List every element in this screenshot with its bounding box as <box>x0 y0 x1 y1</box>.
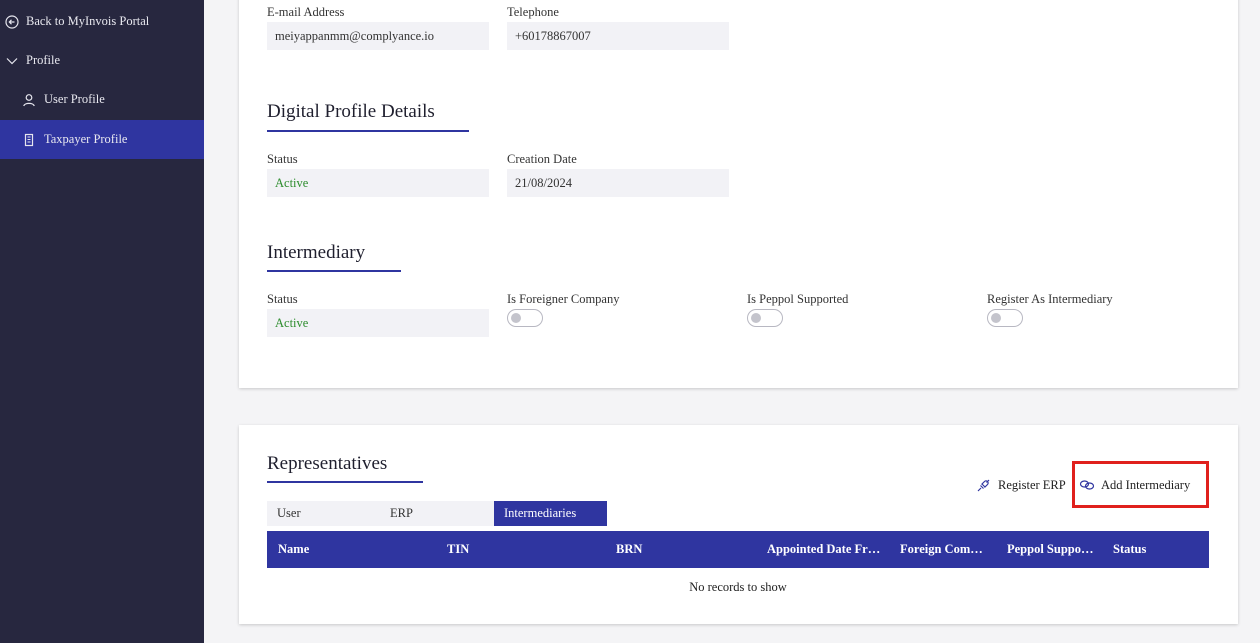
creation-date-label: Creation Date <box>507 152 577 166</box>
sidebar-item-label: Taxpayer Profile <box>44 132 128 146</box>
chevron-down-icon <box>4 53 20 69</box>
foreigner-company-toggle[interactable] <box>507 309 543 327</box>
tab-erp[interactable]: ERP <box>380 501 494 526</box>
register-intermediary-label: Register As Intermediary <box>987 292 1113 306</box>
representatives-title: Representatives <box>267 453 388 474</box>
sidebar-item-user-profile[interactable]: User Profile <box>0 80 204 119</box>
register-intermediary-toggle[interactable] <box>987 309 1023 327</box>
building-icon <box>21 132 37 148</box>
highlight-box <box>1072 461 1209 508</box>
back-to-portal-link[interactable]: Back to MyInvois Portal <box>0 2 204 41</box>
creation-date-field[interactable]: 21/08/2024 <box>507 169 729 197</box>
user-icon <box>21 92 37 108</box>
sidebar-item-label: User Profile <box>44 92 105 106</box>
register-erp-label: Register ERP <box>998 477 1066 492</box>
column-header-peppol-supported[interactable]: Peppol Suppo… <box>1007 531 1105 568</box>
sidebar-group-profile[interactable]: Profile <box>0 41 204 80</box>
foreigner-company-label: Is Foreigner Company <box>507 292 620 306</box>
sidebar: Back to MyInvois Portal Profile User Pro… <box>0 0 204 643</box>
section-underline <box>267 481 423 483</box>
email-label: E-mail Address <box>267 5 345 19</box>
column-header-status[interactable]: Status <box>1113 531 1203 568</box>
email-field[interactable]: meiyappanmm@complyance.io <box>267 22 489 50</box>
column-header-appointed-date[interactable]: Appointed Date Fr… <box>767 531 889 568</box>
plug-icon <box>976 478 991 493</box>
section-underline <box>267 130 469 132</box>
arrow-left-circle-icon <box>4 14 20 30</box>
peppol-supported-toggle[interactable] <box>747 309 783 327</box>
peppol-supported-label: Is Peppol Supported <box>747 292 849 306</box>
table-header: Name TIN BRN Appointed Date Fr… Foreign … <box>267 531 1209 568</box>
sidebar-group-profile-label: Profile <box>26 53 61 67</box>
section-underline <box>267 270 401 272</box>
intermediary-status-field[interactable]: Active <box>267 309 489 337</box>
digital-status-field[interactable]: Active <box>267 169 489 197</box>
column-header-tin[interactable]: TIN <box>447 531 607 568</box>
toggle-knob <box>991 313 1001 323</box>
back-to-portal-label: Back to MyInvois Portal <box>26 14 150 28</box>
toggle-knob <box>511 313 521 323</box>
column-header-name[interactable]: Name <box>278 531 438 568</box>
digital-status-label: Status <box>267 152 298 166</box>
tab-user[interactable]: User <box>267 501 380 526</box>
column-header-foreign-company[interactable]: Foreign Com… <box>900 531 996 568</box>
telephone-field[interactable]: +60178867007 <box>507 22 729 50</box>
intermediary-title: Intermediary <box>267 242 366 263</box>
toggle-knob <box>751 313 761 323</box>
telephone-label: Telephone <box>507 5 559 19</box>
intermediary-status-label: Status <box>267 292 298 306</box>
digital-profile-title: Digital Profile Details <box>267 101 435 122</box>
empty-table-message: No records to show <box>689 580 787 594</box>
sidebar-item-taxpayer-profile[interactable]: Taxpayer Profile <box>0 120 204 159</box>
tab-intermediaries[interactable]: Intermediaries <box>494 501 607 526</box>
register-erp-button[interactable]: Register ERP <box>976 476 1066 494</box>
column-header-brn[interactable]: BRN <box>616 531 756 568</box>
